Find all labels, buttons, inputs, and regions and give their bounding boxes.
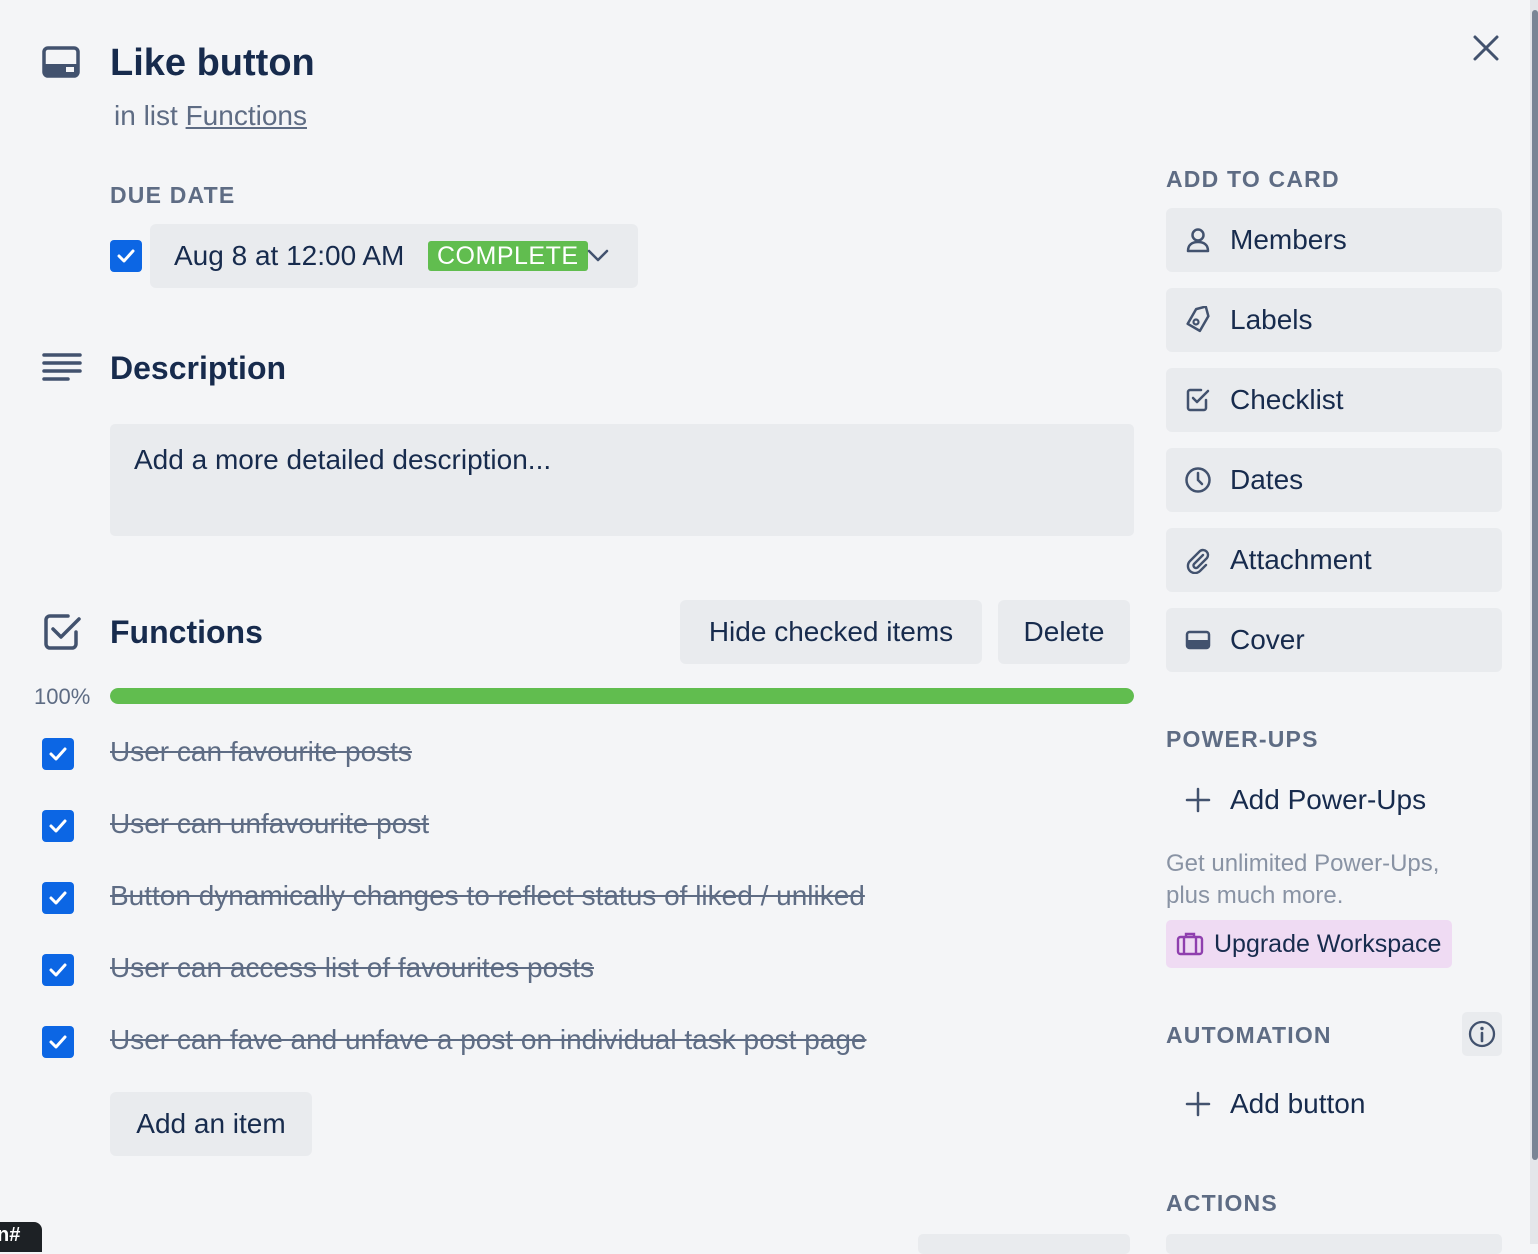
description-icon — [42, 352, 82, 382]
checklist-item-text[interactable]: User can favourite posts — [110, 736, 412, 768]
promo-line-2: plus much more. — [1166, 882, 1344, 909]
progress-fill — [110, 688, 1134, 704]
card-title[interactable]: Like button — [110, 42, 315, 85]
check-icon — [117, 249, 135, 263]
clock-icon — [1184, 466, 1212, 494]
chevron-down-icon — [586, 246, 610, 264]
power-ups-label: POWER-UPS — [1166, 726, 1319, 752]
complete-badge: COMPLETE — [428, 241, 588, 271]
progress-percent: 100% — [34, 684, 91, 709]
paperclip-icon — [1184, 546, 1212, 574]
checklist-item-checkbox[interactable] — [42, 810, 74, 842]
dark-tooltip-fragment: n# — [0, 1222, 42, 1252]
due-date-value: Aug 8 at 12:00 AM — [174, 240, 405, 271]
attachment-label: Attachment — [1230, 544, 1372, 575]
automation-label: AUTOMATION — [1166, 1022, 1332, 1048]
checklist-item-text[interactable]: User can access list of favourites posts — [110, 952, 594, 984]
checklist-button[interactable]: Checklist — [1166, 368, 1502, 432]
checklist-small-icon — [1184, 386, 1212, 414]
checklist-item-text[interactable]: User can unfavourite post — [110, 808, 429, 840]
dates-button[interactable]: Dates — [1166, 448, 1502, 512]
promo-line-1: Get unlimited Power-Ups, — [1166, 850, 1440, 877]
checklist-icon — [44, 614, 82, 650]
dates-label: Dates — [1230, 464, 1304, 495]
checklist-title[interactable]: Functions — [110, 614, 263, 651]
person-icon — [1184, 226, 1212, 254]
due-date-label: DUE DATE — [110, 182, 236, 208]
members-button[interactable]: Members — [1166, 208, 1502, 272]
list-info: in list Functions — [114, 100, 307, 132]
info-icon — [1468, 1020, 1496, 1048]
checklist-item-checkbox[interactable] — [42, 738, 74, 770]
add-automation-button[interactable]: Add button — [1166, 1074, 1502, 1134]
checklist-item[interactable]: User can fave and unfave a post on indiv… — [42, 1024, 1134, 1060]
check-icon — [49, 747, 67, 761]
hide-checked-label: Hide checked items — [708, 616, 954, 647]
check-icon — [49, 819, 67, 833]
upgrade-workspace-button[interactable]: Upgrade Workspace — [1166, 920, 1452, 968]
checklist-item[interactable]: Button dynamically changes to reflect st… — [42, 880, 1134, 916]
attachment-button[interactable]: Attachment — [1166, 528, 1502, 592]
cover-label: Cover — [1230, 624, 1305, 655]
checklist-item-text[interactable]: Button dynamically changes to reflect st… — [110, 880, 865, 912]
list-link[interactable]: Functions — [186, 100, 307, 131]
plus-icon — [1184, 786, 1212, 814]
checklist-item-checkbox[interactable] — [42, 1026, 74, 1058]
due-date-button[interactable]: Aug 8 at 12:00 AM COMPLETE — [150, 224, 638, 288]
power-ups-promo: Get unlimited Power-Ups, plus much more. — [1166, 848, 1439, 912]
check-icon — [49, 963, 67, 977]
checklist-item[interactable]: User can favourite posts — [42, 736, 1134, 772]
checklist-bottom-button[interactable] — [918, 1234, 1130, 1254]
cover-button[interactable]: Cover — [1166, 608, 1502, 672]
check-icon — [49, 891, 67, 905]
members-label: Members — [1230, 224, 1347, 255]
labels-button[interactable]: Labels — [1166, 288, 1502, 352]
upgrade-label: Upgrade Workspace — [1214, 930, 1442, 958]
description-placeholder: Add a more detailed description... — [134, 444, 552, 475]
labels-label: Labels — [1230, 304, 1313, 335]
checklist-item-text[interactable]: User can fave and unfave a post on indiv… — [110, 1024, 867, 1056]
description-heading: Description — [110, 350, 287, 386]
checklist-item[interactable]: User can access list of favourites posts — [42, 952, 1134, 988]
description-field[interactable]: Add a more detailed description... — [110, 424, 1134, 536]
add-to-card-label: ADD TO CARD — [1166, 166, 1340, 192]
automation-info-button[interactable] — [1462, 1012, 1502, 1056]
scrollbar-thumb[interactable] — [1532, 10, 1538, 1160]
delete-checklist-button[interactable]: Delete — [998, 600, 1130, 664]
actions-first-button[interactable] — [1166, 1234, 1502, 1254]
checklist-item-checkbox[interactable] — [42, 954, 74, 986]
add-item-label: Add an item — [136, 1108, 286, 1139]
add-item-button[interactable]: Add an item — [110, 1092, 312, 1156]
briefcase-icon — [1176, 931, 1204, 957]
close-icon[interactable] — [1470, 32, 1502, 64]
progress-bar — [110, 688, 1134, 704]
add-power-ups-button[interactable]: Add Power-Ups — [1166, 770, 1502, 830]
list-prefix: in list — [114, 100, 178, 131]
checklist-item-checkbox[interactable] — [42, 882, 74, 914]
tag-icon — [1184, 306, 1212, 334]
check-icon — [49, 1035, 67, 1049]
add-power-ups-label: Add Power-Ups — [1230, 784, 1427, 815]
checklist-item[interactable]: User can unfavourite post — [42, 808, 1134, 844]
hide-checked-button[interactable]: Hide checked items — [680, 600, 982, 664]
add-button-label: Add button — [1230, 1088, 1366, 1119]
plus-icon — [1184, 1090, 1212, 1118]
actions-label: ACTIONS — [1166, 1190, 1278, 1216]
cover-icon — [1184, 626, 1212, 654]
due-date-checkbox[interactable] — [110, 240, 142, 272]
checklist-label: Checklist — [1230, 384, 1344, 415]
delete-label: Delete — [1023, 616, 1105, 647]
card-icon — [42, 46, 80, 80]
